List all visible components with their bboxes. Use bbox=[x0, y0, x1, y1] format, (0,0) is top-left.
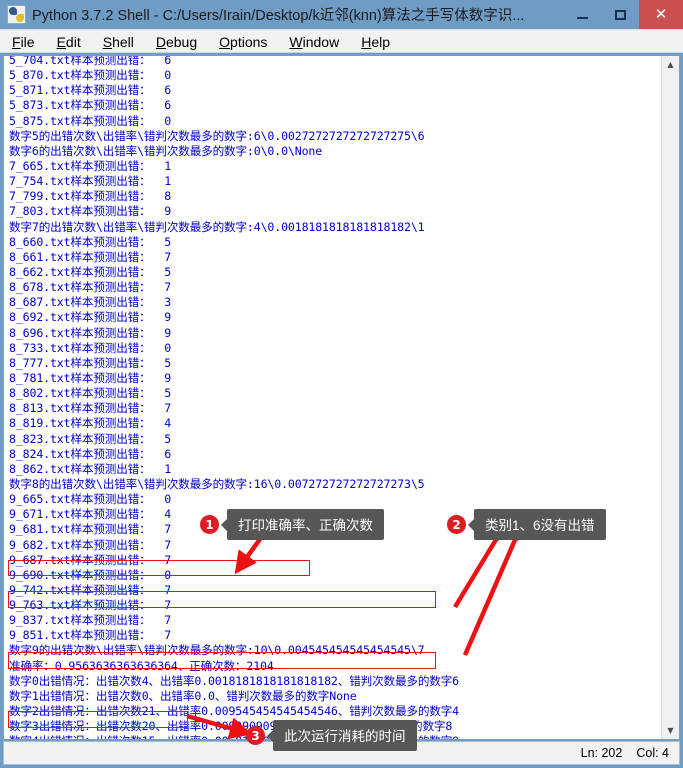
scroll-down-icon[interactable]: ▼ bbox=[662, 722, 679, 739]
shell-line: 7_803.txt样本预测出错： 9 bbox=[9, 204, 172, 219]
shell-line: 8_823.txt样本预测出错： 5 bbox=[9, 431, 172, 446]
window-controls: ✕ bbox=[563, 0, 683, 29]
shell-line: 9_837.txt样本预测出错： 7 bbox=[9, 613, 172, 628]
shell-output-text[interactable]: 5_704.txt样本预测出错： 6 5_870.txt样本预测出错： 0 5_87… bbox=[4, 56, 661, 739]
menu-rest-debug: ebug bbox=[165, 33, 198, 50]
shell-line: 9_763.txt样本预测出错： 7 bbox=[9, 598, 172, 613]
menu-bar: File Edit Shell Debug Options Window Hel… bbox=[0, 29, 683, 53]
menu-item-shell[interactable]: Shell bbox=[103, 34, 134, 50]
shell-line: 5_704.txt样本预测出错： 6 bbox=[9, 56, 172, 67]
shell-line: 8_813.txt样本预测出错： 7 bbox=[9, 401, 172, 416]
shell-line: 9_681.txt样本预测出错： 7 bbox=[9, 522, 172, 537]
menu-accel-edit: E bbox=[56, 33, 66, 50]
shell-line: 数字1出错情况：出错次数0、出错率0.0、错判次数最多的数字None bbox=[9, 688, 357, 703]
menu-item-debug[interactable]: Debug bbox=[156, 34, 197, 50]
shell-line: 数字2出错情况：出错次数21、出错率0.009545454545454546、错… bbox=[9, 704, 460, 719]
menu-accel-window: W bbox=[289, 33, 303, 50]
shell-line: 9_851.txt样本预测出错： 7 bbox=[9, 628, 172, 643]
shell-line: 数字6的出错次数\出错率\错判次数最多的数字:0\0.0\None bbox=[9, 143, 323, 158]
shell-line: 5_873.txt样本预测出错： 6 bbox=[9, 98, 172, 113]
shell-line: 5_871.txt样本预测出错： 6 bbox=[9, 83, 172, 98]
menu-accel-options: O bbox=[219, 33, 231, 50]
shell-line: 9_682.txt样本预测出错： 7 bbox=[9, 537, 172, 552]
shell-line: 5_875.txt样本预测出错： 0 bbox=[9, 113, 172, 128]
python-logo-icon bbox=[7, 5, 26, 24]
menu-rest-file: ile bbox=[20, 33, 35, 50]
minimize-button[interactable] bbox=[563, 0, 601, 29]
shell-line: 数字9的出错次数\出错率\错判次数最多的数字:10\0.004545454545… bbox=[9, 643, 425, 658]
menu-item-options[interactable]: Options bbox=[219, 34, 267, 50]
menu-accel-debug: D bbox=[155, 33, 166, 50]
shell-line: 8_819.txt样本预测出错： 4 bbox=[9, 416, 172, 431]
shell-text-panel[interactable]: 5_704.txt样本预测出错： 6 5_870.txt样本预测出错： 0 5_87… bbox=[3, 55, 680, 740]
shell-line: 7_665.txt样本预测出错： 1 bbox=[9, 158, 172, 173]
status-bar: Ln: 202 Col: 4 bbox=[3, 741, 680, 765]
menu-accel-help: H bbox=[361, 33, 372, 50]
menu-rest-help: elp bbox=[371, 33, 391, 50]
menu-item-help[interactable]: Help bbox=[361, 34, 390, 50]
shell-line: 8_692.txt样本预测出错： 9 bbox=[9, 310, 172, 325]
menu-item-edit[interactable]: Edit bbox=[57, 34, 81, 50]
shell-line: 7_799.txt样本预测出错： 8 bbox=[9, 189, 172, 204]
close-icon: ✕ bbox=[654, 5, 668, 23]
menu-accel-shell: S bbox=[102, 33, 113, 50]
shell-line: 5_870.txt样本预测出错： 0 bbox=[9, 68, 172, 83]
menu-rest-window: indow bbox=[302, 33, 340, 50]
status-line-number: Ln: 202 bbox=[580, 746, 623, 760]
vertical-scrollbar[interactable]: ▲ ▼ bbox=[661, 56, 679, 739]
shell-line: 数字5的出错次数\出错率\错判次数最多的数字:6\0.0027272727272… bbox=[9, 128, 425, 143]
shell-line: 数字4出错情况：出错次数15、出错率0.006818181818181818、错… bbox=[9, 734, 661, 739]
maximize-button[interactable] bbox=[601, 0, 639, 29]
close-button[interactable]: ✕ bbox=[639, 0, 683, 29]
shell-line: 数字7的出错次数\出错率\错判次数最多的数字:4\0.0018181818181… bbox=[9, 219, 425, 234]
idle-shell-window: Python 3.7.2 Shell - C:/Users/Irain/Desk… bbox=[0, 0, 683, 768]
shell-line: 8_662.txt样本预测出错： 5 bbox=[9, 264, 172, 279]
shell-output-area: 5_704.txt样本预测出错： 6 5_870.txt样本预测出错： 0 5_87… bbox=[0, 53, 683, 740]
shell-line: 8_862.txt样本预测出错： 1 bbox=[9, 461, 172, 476]
title-bar: Python 3.7.2 Shell - C:/Users/Irain/Desk… bbox=[0, 0, 683, 29]
shell-line: 9_665.txt样本预测出错： 0 bbox=[9, 492, 172, 507]
shell-line: 数字3出错情况：出错次数20、出错率0.00909090909090909、错判… bbox=[9, 719, 453, 734]
status-column-number: Col: 4 bbox=[636, 746, 669, 760]
shell-line: 8_802.txt样本预测出错： 5 bbox=[9, 386, 172, 401]
shell-line: 8_678.txt样本预测出错： 7 bbox=[9, 280, 172, 295]
menu-rest-options: ptions bbox=[230, 33, 268, 50]
shell-line: 8_687.txt样本预测出错： 3 bbox=[9, 295, 172, 310]
shell-line: 9_742.txt样本预测出错： 7 bbox=[9, 582, 172, 597]
shell-line: 8_661.txt样本预测出错： 7 bbox=[9, 249, 172, 264]
shell-line: 7_754.txt样本预测出错： 1 bbox=[9, 174, 172, 189]
shell-line: 8_733.txt样本预测出错： 0 bbox=[9, 340, 172, 355]
shell-line: 8_696.txt样本预测出错： 9 bbox=[9, 325, 172, 340]
window-title: Python 3.7.2 Shell - C:/Users/Irain/Desk… bbox=[32, 8, 525, 24]
scroll-up-icon[interactable]: ▲ bbox=[662, 56, 679, 73]
shell-line: 数字0出错情况：出错次数4、出错率0.0018181818181818182、错… bbox=[9, 673, 460, 688]
menu-item-window[interactable]: Window bbox=[289, 34, 339, 50]
menu-rest-shell: hell bbox=[112, 33, 134, 50]
menu-accel-file: F bbox=[12, 33, 21, 50]
shell-line: 8_777.txt样本预测出错： 5 bbox=[9, 355, 172, 370]
shell-line: 准确率：0.9563636363636364、正确次数：2104 bbox=[9, 658, 274, 673]
menu-rest-edit: dit bbox=[65, 33, 81, 50]
shell-line: 8_824.txt样本预测出错： 6 bbox=[9, 446, 172, 461]
menu-item-file[interactable]: File bbox=[12, 34, 35, 50]
shell-line: 9_690.txt样本预测出错： 0 bbox=[9, 567, 172, 582]
shell-line: 9_671.txt样本预测出错： 4 bbox=[9, 507, 172, 522]
shell-line: 8_660.txt样本预测出错： 5 bbox=[9, 234, 172, 249]
shell-line: 9_687.txt样本预测出错： 7 bbox=[9, 552, 172, 567]
shell-line: 数字8的出错次数\出错率\错判次数最多的数字:16\0.007272727272… bbox=[9, 476, 425, 491]
shell-line: 8_781.txt样本预测出错： 9 bbox=[9, 370, 172, 385]
